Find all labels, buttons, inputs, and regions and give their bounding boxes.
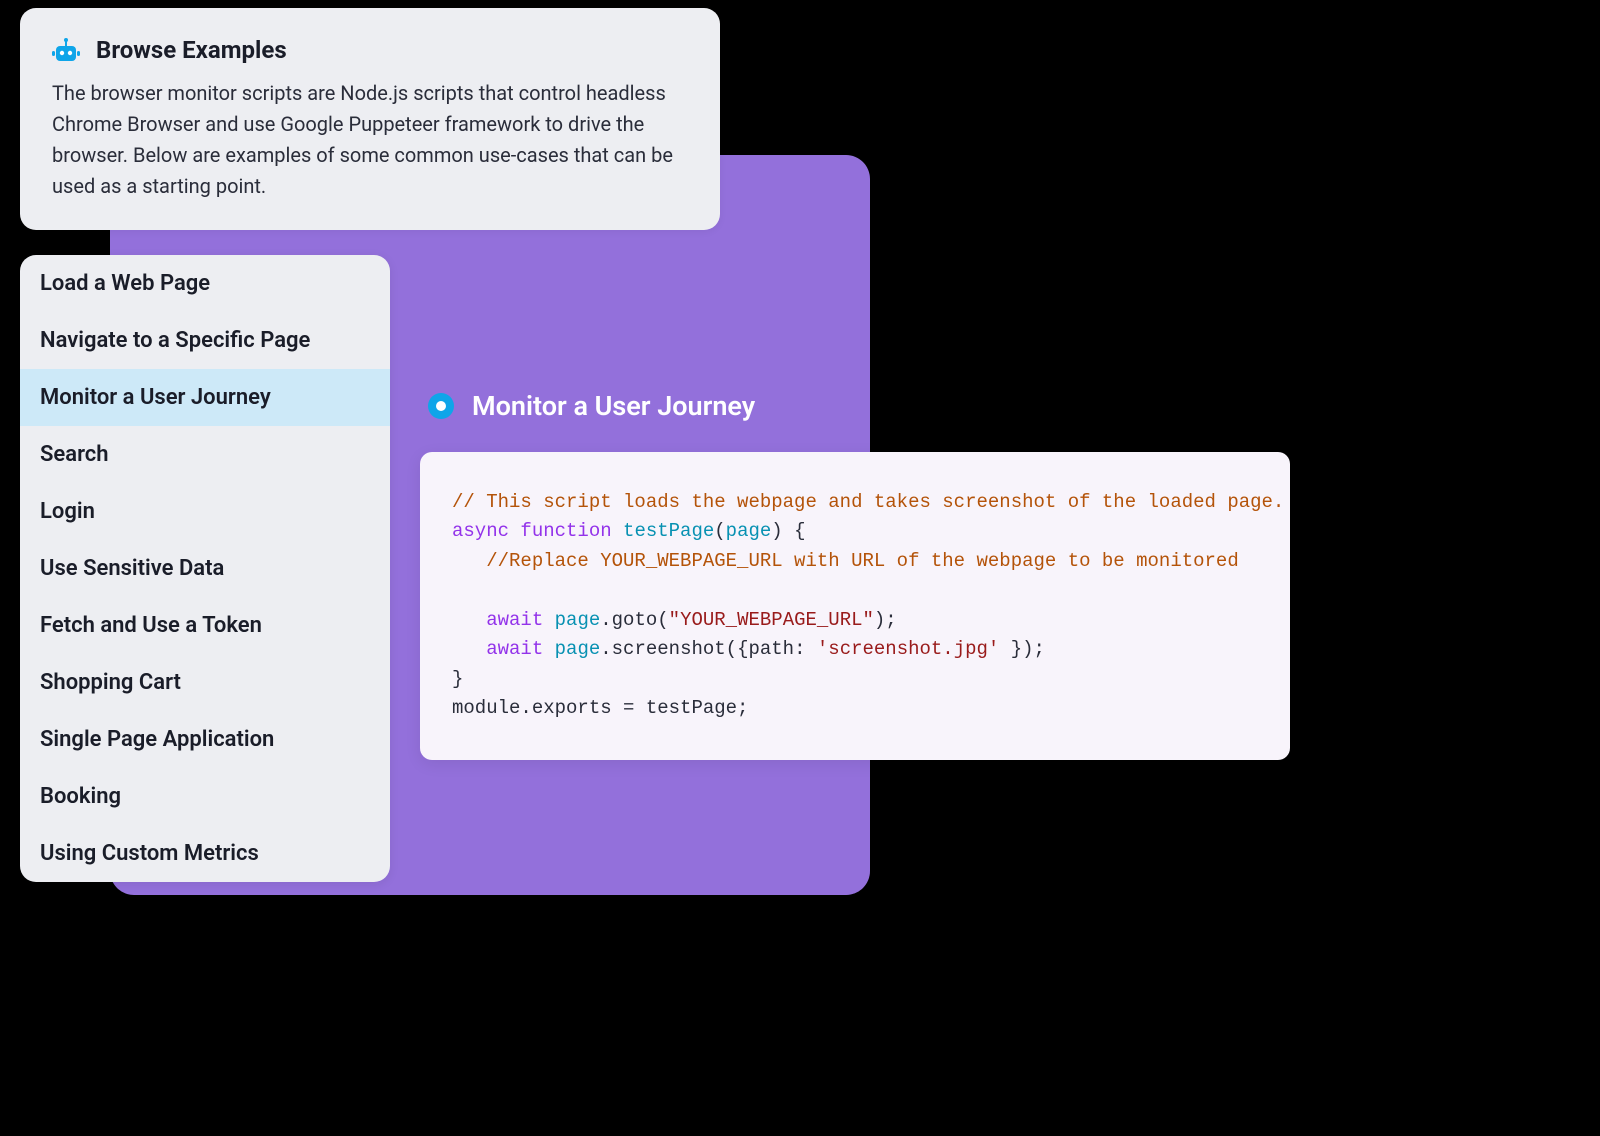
sidebar-item-label: Shopping Cart xyxy=(40,670,181,695)
code-method: .screenshot({path: xyxy=(600,638,817,660)
header-description: The browser monitor scripts are Node.js … xyxy=(52,78,688,202)
code-object: page xyxy=(555,638,601,660)
code-indent xyxy=(452,609,486,631)
code-keyword-await: await xyxy=(486,609,543,631)
code-object: page xyxy=(555,609,601,631)
code-punct: }); xyxy=(999,638,1045,660)
code-string: 'screenshot.jpg' xyxy=(817,638,999,660)
sidebar-item-booking[interactable]: Booking xyxy=(20,768,390,825)
code-brace: } xyxy=(452,668,463,690)
header-card: Browse Examples The browser monitor scri… xyxy=(20,8,720,230)
sidebar-item-label: Login xyxy=(40,499,95,524)
sidebar-item-search[interactable]: Search xyxy=(20,426,390,483)
sidebar-item-label: Single Page Application xyxy=(40,727,274,752)
sidebar-item-shopping-cart[interactable]: Shopping Cart xyxy=(20,654,390,711)
sidebar-item-label: Use Sensitive Data xyxy=(40,556,224,581)
sidebar-item-load-web-page[interactable]: Load a Web Page xyxy=(20,255,390,312)
examples-sidebar: Load a Web Page Navigate to a Specific P… xyxy=(20,255,390,882)
code-punct: ); xyxy=(874,609,897,631)
code-block: // This script loads the webpage and tak… xyxy=(420,452,1290,760)
sidebar-item-use-sensitive-data[interactable]: Use Sensitive Data xyxy=(20,540,390,597)
sidebar-item-navigate-specific-page[interactable]: Navigate to a Specific Page xyxy=(20,312,390,369)
code-punct: ) { xyxy=(771,520,805,542)
header-title-row: Browse Examples xyxy=(52,36,688,64)
header-title: Browse Examples xyxy=(96,36,287,64)
content-title: Monitor a User Journey xyxy=(472,390,755,422)
code-param: page xyxy=(726,520,772,542)
code-line: module.exports = testPage; xyxy=(452,697,748,719)
code-comment: //Replace YOUR_WEBPAGE_URL with URL of t… xyxy=(452,550,1239,572)
sidebar-item-single-page-application[interactable]: Single Page Application xyxy=(20,711,390,768)
sidebar-item-using-custom-metrics[interactable]: Using Custom Metrics xyxy=(20,825,390,882)
sidebar-item-label: Search xyxy=(40,442,109,467)
code-keyword-function: function xyxy=(520,520,611,542)
sidebar-item-fetch-use-token[interactable]: Fetch and Use a Token xyxy=(20,597,390,654)
code-function-name: testPage xyxy=(623,520,714,542)
sidebar-item-label: Monitor a User Journey xyxy=(40,385,271,410)
robot-icon xyxy=(52,36,80,64)
sidebar-item-monitor-user-journey[interactable]: Monitor a User Journey xyxy=(20,369,390,426)
content-panel: Monitor a User Journey // This script lo… xyxy=(420,390,1290,760)
content-title-row: Monitor a User Journey xyxy=(420,390,1290,422)
sidebar-item-label: Fetch and Use a Token xyxy=(40,613,262,638)
code-keyword-await: await xyxy=(486,638,543,660)
code-punct: ( xyxy=(714,520,725,542)
sidebar-item-label: Using Custom Metrics xyxy=(40,841,259,866)
radio-selected-icon xyxy=(428,393,454,419)
code-keyword-async: async xyxy=(452,520,509,542)
sidebar-item-label: Load a Web Page xyxy=(40,271,210,296)
sidebar-item-login[interactable]: Login xyxy=(20,483,390,540)
code-string: "YOUR_WEBPAGE_URL" xyxy=(669,609,874,631)
sidebar-item-label: Navigate to a Specific Page xyxy=(40,328,310,353)
code-indent xyxy=(452,638,486,660)
code-comment: // This script loads the webpage and tak… xyxy=(452,491,1284,513)
code-method: .goto( xyxy=(600,609,668,631)
sidebar-item-label: Booking xyxy=(40,784,121,809)
